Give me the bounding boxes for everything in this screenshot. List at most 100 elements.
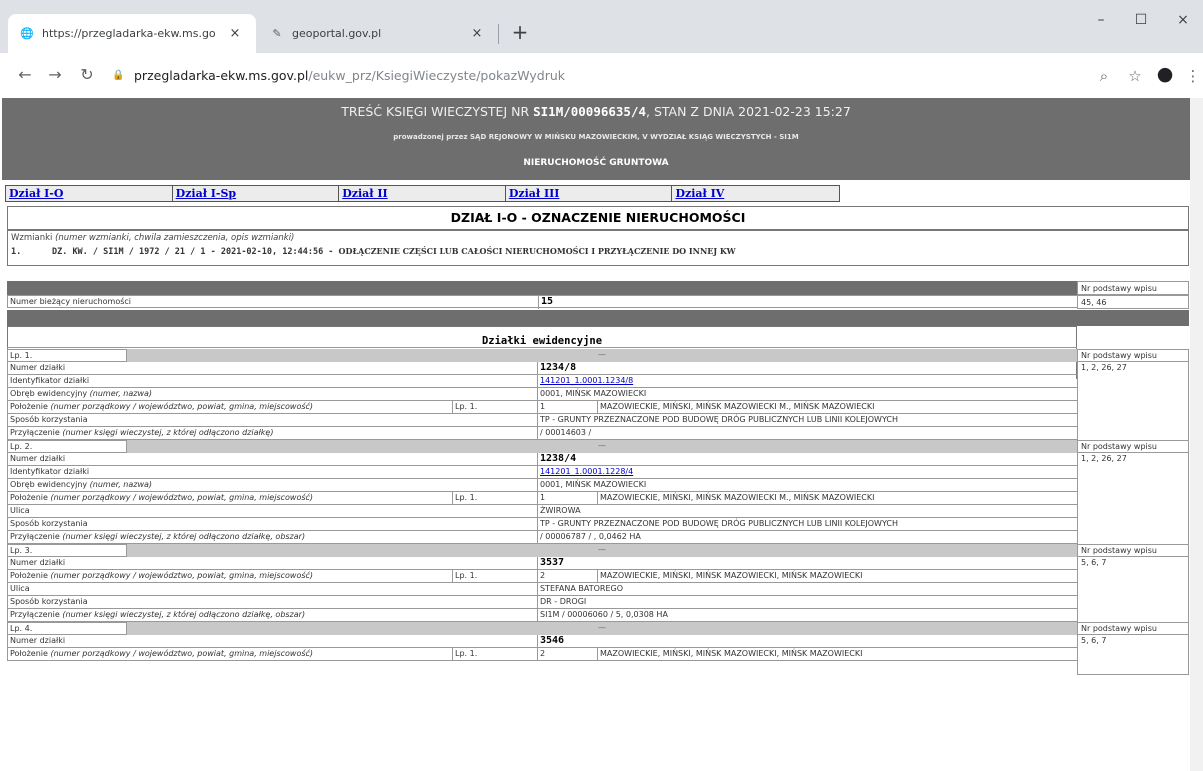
lp2-sposob-row: Sposób korzystania TP - GRUNTY PRZEZNACZ…	[7, 518, 1077, 531]
lp3-ulica-label: Ulica	[7, 583, 537, 596]
lp1-obreb-row: Obręb ewidencyjny (numer, nazwa) 0001, M…	[7, 388, 1077, 401]
url-host: przegladarka-ekw.ms.gov.pl	[134, 68, 309, 83]
numer-biezacy-value: 15	[538, 296, 1078, 309]
close-window-button[interactable]: ×	[1168, 12, 1198, 28]
nav-dzial-i-o[interactable]: Dział I-O	[6, 186, 173, 201]
nav-dzial-ii[interactable]: Dział II	[339, 186, 506, 201]
lp2-label: Lp. 2.	[7, 440, 127, 453]
globe-icon: 🌐	[20, 27, 34, 40]
lp2-polozenie-lp: Lp. 1.	[452, 492, 537, 505]
lp2-obreb: 0001, MIŃSK MAZOWIECKI	[537, 479, 1077, 492]
lp1-przyl-label: Przyłączenie (numer księgi wieczystej, z…	[7, 427, 537, 440]
lp1-przyl-label-hint: (numer księgi wieczystej, z której odłąc…	[59, 428, 274, 437]
lp2-polozenie-label-hint: (numer porządkowy / województwo, powiat,…	[47, 493, 314, 502]
lp3-polozenie-label: Położenie (numer porządkowy / województw…	[7, 570, 452, 583]
geoportal-icon: ✎	[272, 27, 282, 40]
lp3-przyl-row: Przyłączenie (numer księgi wieczystej, z…	[7, 609, 1077, 622]
lp4-polozenie-label: Położenie (numer porządkowy / województw…	[7, 648, 452, 661]
lp4-polozenie-label-text: Położenie	[10, 649, 48, 658]
lp1-obreb-label-text: Obręb ewidencyjny	[10, 389, 88, 398]
nr-podstawy-header: Nr podstawy wpisu	[1077, 281, 1189, 295]
lp2-polozenie-label: Położenie (numer porządkowy / województw…	[7, 492, 452, 505]
lp1-polozenie-row: Położenie (numer porządkowy / województw…	[7, 401, 1077, 414]
lp4-bar: Lp. 4. —	[7, 622, 1077, 635]
tab-title: https://przegladarka-ekw.ms.go	[42, 27, 216, 40]
lp3-polozenie-nr: 2	[537, 570, 597, 583]
lp1-podstawa-header: Nr podstawy wpisu	[1077, 349, 1189, 362]
lp3-przyl-label: Przyłączenie (numer księgi wieczystej, z…	[7, 609, 537, 622]
lp2-obreb-label-text: Obręb ewidencyjny	[10, 480, 88, 489]
lp3-polozenie-label-hint: (numer porządkowy / województwo, powiat,…	[47, 571, 314, 580]
lp2-podstawa-header: Nr podstawy wpisu	[1077, 440, 1189, 453]
lp1-sposob: TP - GRUNTY PRZEZNACZONE POD BUDOWĘ DRÓG…	[537, 414, 1077, 427]
profile-icon[interactable]: ●	[1155, 63, 1175, 85]
lp3-przyl: SI1M / 00006060 / 5, 0,0308 HA	[537, 609, 1077, 622]
lp2-sposob-label: Sposób korzystania	[7, 518, 537, 531]
close-tab-icon[interactable]: ×	[226, 26, 244, 41]
close-tab-icon[interactable]: ×	[468, 26, 486, 41]
section-divider	[7, 281, 1077, 295]
lp1-przyl: / 00014603 /	[537, 427, 1077, 440]
wzmianki-label-hint: (numer wzmianki, chwila zamieszczenia, o…	[52, 233, 295, 243]
lp3-przyl-label-hint: (numer księgi wieczystej, z której odłąc…	[59, 610, 306, 619]
lp4-polozenie-label-hint: (numer porządkowy / województwo, powiat,…	[47, 649, 314, 658]
forward-icon[interactable]: →	[44, 65, 66, 84]
lp1-polozenie-label: Położenie (numer porządkowy / województw…	[7, 401, 452, 414]
reload-icon[interactable]: ↻	[76, 65, 98, 84]
lp4-label: Lp. 4.	[7, 622, 127, 635]
lp2-numer-label: Numer działki	[7, 453, 537, 466]
lp1-ident-link[interactable]: 141201_1.0001.1234/8	[537, 375, 1077, 388]
lp1-label: Lp. 1.	[7, 349, 127, 362]
lp2-obreb-label: Obręb ewidencyjny (numer, nazwa)	[7, 479, 537, 492]
lock-icon[interactable]: 🔒	[112, 70, 126, 81]
lp1-polozenie-lp: Lp. 1.	[452, 401, 537, 414]
lp3-numer: 3537	[537, 557, 1077, 570]
lp1-numer: 1234/8	[537, 362, 1077, 375]
lp4-numer: 3546	[537, 635, 1077, 648]
tab-ekw[interactable]: 🌐 https://przegladarka-ekw.ms.go ×	[8, 14, 256, 53]
tab-geoportal[interactable]: ✎ geoportal.gov.pl ×	[258, 14, 498, 53]
numer-biezacy-podstawa: 45, 46	[1077, 295, 1189, 309]
lp2-ulica-label: Ulica	[7, 505, 537, 518]
lp2-polozenie-nr: 1	[537, 492, 597, 505]
section-title: DZIAŁ I-O - OZNACZENIE NIERUCHOMOŚCI	[7, 206, 1189, 230]
lp3-przyl-label-text: Przyłączenie	[10, 610, 60, 619]
maximize-button[interactable]: ☐	[1126, 12, 1156, 28]
tab-strip: 🌐 https://przegladarka-ekw.ms.go × ✎ geo…	[0, 0, 1203, 53]
star-icon[interactable]: ☆	[1125, 67, 1145, 85]
lp1-obreb: 0001, MIŃSK MAZOWIECKI	[537, 388, 1077, 401]
back-icon[interactable]: ←	[14, 65, 36, 84]
lp2-przyl: / 00006787 / , 0,0462 HA	[537, 531, 1077, 544]
address-bar[interactable]: 🔒 przegladarka-ekw.ms.gov.pl/eukw_prz/Ks…	[112, 61, 1122, 90]
lp4-polozenie-row: Położenie (numer porządkowy / województw…	[7, 648, 1077, 661]
browser-chrome: 🌐 https://przegladarka-ekw.ms.go × ✎ geo…	[0, 0, 1203, 98]
lp3-numer-label: Numer działki	[7, 557, 537, 570]
lp2-numer-row: Numer działki 1238/4	[7, 453, 1077, 466]
lp3-label: Lp. 3.	[7, 544, 127, 557]
lp2-numer: 1238/4	[537, 453, 1077, 466]
header-prefix: TREŚĆ KSIĘGI WIECZYSTEJ NR	[341, 104, 534, 119]
new-tab-button[interactable]: +	[508, 20, 532, 44]
nav-dzial-iii[interactable]: Dział III	[505, 186, 673, 201]
url-path: /eukw_prz/KsiegiWieczyste/pokazWydruk	[308, 68, 566, 83]
lp2-polozenie-label-text: Położenie	[10, 493, 48, 502]
lp2-ident-link[interactable]: 141201_1.0001.1228/4	[537, 466, 1077, 479]
lp4-numer-label: Numer działki	[7, 635, 537, 648]
numer-biezacy-row: Numer bieżący nieruchomości 15	[7, 295, 1078, 309]
lp2-obreb-label-hint: (numer, nazwa)	[87, 480, 153, 489]
lp3-bar: Lp. 3. —	[7, 544, 1077, 557]
zoom-icon[interactable]: ⌕	[1094, 67, 1114, 85]
lp2-polozenie: MAZOWIECKIE, MIŃSKI, MIŃSK MAZOWIECKI M.…	[597, 492, 1077, 505]
lp3-sposob-label: Sposób korzystania	[7, 596, 537, 609]
lp1-polozenie-label-text: Położenie	[10, 402, 48, 411]
scrollbar[interactable]	[1190, 98, 1203, 771]
wzmianki-label-text: Wzmianki	[11, 233, 53, 243]
nav-dzial-i-sp[interactable]: Dział I-Sp	[172, 186, 340, 201]
wzmianki-box: Wzmianki (numer wzmianki, chwila zamiesz…	[7, 230, 1189, 266]
wzmianka-text: ODŁĄCZENIE CZĘŚCI LUB CAŁOŚCI NIERUCHOMO…	[338, 246, 736, 256]
menu-icon[interactable]: ⋮	[1183, 67, 1203, 85]
lp3-sposob-row: Sposób korzystania DR - DROGI	[7, 596, 1077, 609]
nav-dzial-iv[interactable]: Dział IV	[672, 186, 840, 201]
section-nav: Dział I-O Dział I-Sp Dział II Dział III …	[5, 185, 840, 202]
minimize-button[interactable]: –	[1086, 12, 1116, 28]
